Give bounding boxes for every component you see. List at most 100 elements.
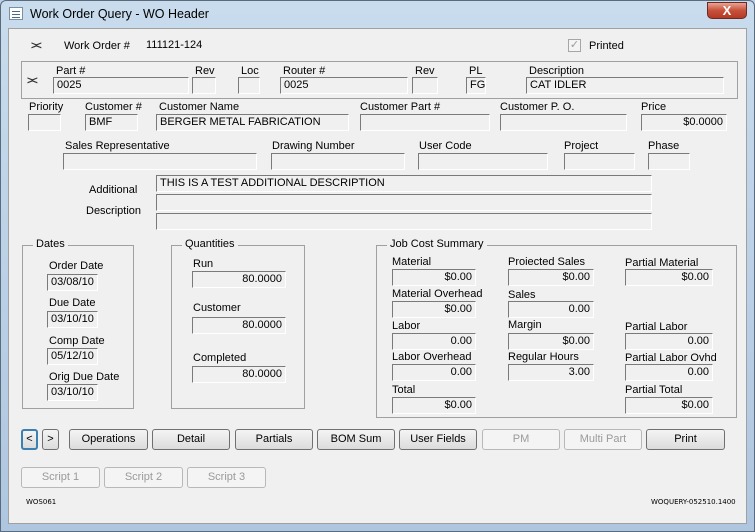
drawing-number-field[interactable]: [271, 153, 405, 170]
additional-description-line-3[interactable]: [156, 213, 652, 230]
sales-field[interactable]: 0.00: [508, 301, 594, 318]
script-3-button[interactable]: Script 3: [187, 467, 266, 488]
comp-date-field[interactable]: 05/12/10: [47, 348, 98, 365]
priority-label: Priority: [29, 101, 64, 113]
partial-total-field[interactable]: $0.00: [625, 397, 713, 414]
work-order-form: >< Work Order # 111121-124 ✓ Printed >< …: [8, 28, 747, 524]
partial-material-label: Partial Material: [625, 257, 699, 269]
completed-label: Completed: [193, 352, 247, 364]
customer-part-field[interactable]: [360, 114, 490, 131]
comp-date-label: Comp Date: [49, 335, 105, 347]
due-date-field[interactable]: 03/10/10: [47, 311, 98, 328]
router-label: Router #: [283, 65, 326, 77]
partials-button[interactable]: Partials: [235, 429, 313, 450]
material-label: Material: [392, 256, 432, 268]
loc-field[interactable]: [238, 77, 260, 94]
margin-field[interactable]: $0.00: [508, 333, 594, 350]
customer-qty-field[interactable]: 80.0000: [192, 317, 286, 334]
partial-labor-field[interactable]: 0.00: [625, 333, 713, 350]
detail-button[interactable]: Detail: [152, 429, 230, 450]
bom-sum-button[interactable]: BOM Sum: [317, 429, 395, 450]
labor-label: Labor: [392, 320, 421, 332]
pl-label: PL: [469, 65, 483, 77]
completed-field[interactable]: 80.0000: [192, 366, 286, 383]
script-1-button[interactable]: Script 1: [21, 467, 100, 488]
customer-name-label: Customer Name: [159, 101, 240, 113]
phase-field[interactable]: [648, 153, 690, 170]
partial-total-label: Partial Total: [625, 384, 683, 396]
customer-name-field[interactable]: BERGER METAL FABRICATION: [156, 114, 349, 131]
priority-field[interactable]: [28, 114, 61, 131]
description-label: Description: [529, 65, 585, 77]
router-field[interactable]: 0025: [280, 77, 408, 94]
regular-hours-label: Regular Hours: [508, 351, 579, 363]
additional-description-line-1[interactable]: THIS IS A TEST ADDITIONAL DESCRIPTION: [156, 175, 652, 192]
work-order-value: 111121-124: [146, 39, 203, 51]
description-field[interactable]: CAT IDLER: [526, 77, 724, 94]
total-field[interactable]: $0.00: [392, 397, 476, 414]
labor-field[interactable]: 0.00: [392, 333, 476, 350]
price-label: Price: [641, 101, 667, 113]
orig-due-date-label: Orig Due Date: [49, 371, 120, 383]
sales-label: Sales: [508, 289, 536, 301]
dates-title: Dates: [33, 238, 68, 250]
pm-button[interactable]: PM: [482, 429, 560, 450]
job-cost-title: Job Cost Summary: [387, 238, 487, 250]
labor-overhead-label: Labor Overhead: [392, 351, 472, 363]
printed-checkbox: ✓: [568, 39, 581, 52]
work-order-label: Work Order #: [64, 40, 130, 52]
part-field[interactable]: 0025: [53, 77, 189, 94]
application-window: Work Order Query - WO Header X >< Work O…: [0, 0, 755, 532]
material-overhead-field[interactable]: $0.00: [392, 301, 476, 318]
regular-hours-field[interactable]: 3.00: [508, 364, 594, 381]
labor-overhead-field[interactable]: 0.00: [392, 364, 476, 381]
router-rev-field[interactable]: [412, 77, 438, 94]
run-field[interactable]: 80.0000: [192, 271, 286, 288]
orig-due-date-field[interactable]: 03/10/10: [47, 384, 98, 401]
link-part-icon[interactable]: ><: [27, 75, 45, 87]
material-field[interactable]: $0.00: [392, 269, 476, 286]
additional-description-line-2[interactable]: [156, 194, 652, 211]
close-button[interactable]: X: [707, 2, 747, 19]
customer-number-label: Customer #: [85, 101, 142, 113]
user-fields-button[interactable]: User Fields: [399, 429, 477, 450]
user-code-field[interactable]: [418, 153, 548, 170]
order-date-label: Order Date: [49, 260, 104, 272]
partial-labor-label: Partial Labor: [625, 321, 688, 333]
price-field[interactable]: $0.0000: [641, 114, 727, 131]
window-title: Work Order Query - WO Header: [30, 7, 209, 21]
sales-rep-field[interactable]: [63, 153, 257, 170]
drawing-number-label: Drawing Number: [272, 140, 355, 152]
operations-button[interactable]: Operations: [69, 429, 148, 450]
partial-labor-ovhd-field[interactable]: 0.00: [625, 364, 713, 381]
print-button[interactable]: Print: [646, 429, 725, 450]
due-date-label: Due Date: [49, 297, 96, 309]
partial-material-field[interactable]: $0.00: [625, 269, 713, 286]
margin-label: Margin: [508, 319, 542, 331]
customer-qty-label: Customer: [193, 302, 241, 314]
title-bar: Work Order Query - WO Header X: [1, 1, 754, 27]
part-label: Part #: [56, 65, 86, 77]
projected-sales-field[interactable]: $0.00: [508, 269, 594, 286]
printed-label: Printed: [589, 40, 624, 52]
customer-po-label: Customer P. O.: [500, 101, 575, 113]
customer-part-label: Customer Part #: [360, 101, 441, 113]
quantities-title: Quantities: [182, 238, 238, 250]
pl-field[interactable]: FG: [466, 77, 486, 94]
projected-sales-label: Proiected Sales: [508, 256, 586, 268]
project-label: Project: [564, 140, 599, 152]
customer-number-field[interactable]: BMF: [85, 114, 138, 131]
additional-label: Additional: [89, 184, 138, 196]
previous-button[interactable]: <: [21, 429, 38, 450]
run-label: Run: [193, 258, 214, 270]
form-code-left: WOS061: [26, 498, 57, 506]
partial-labor-ovhd-label: Partial Labor Ovhd: [625, 352, 717, 364]
multi-part-button[interactable]: Multi Part: [564, 429, 642, 450]
link-icon[interactable]: ><: [31, 40, 49, 52]
project-field[interactable]: [564, 153, 635, 170]
customer-po-field[interactable]: [500, 114, 627, 131]
script-2-button[interactable]: Script 2: [104, 467, 183, 488]
rev-field[interactable]: [192, 77, 216, 94]
order-date-field[interactable]: 03/08/10: [47, 274, 98, 291]
next-button[interactable]: >: [42, 429, 59, 450]
